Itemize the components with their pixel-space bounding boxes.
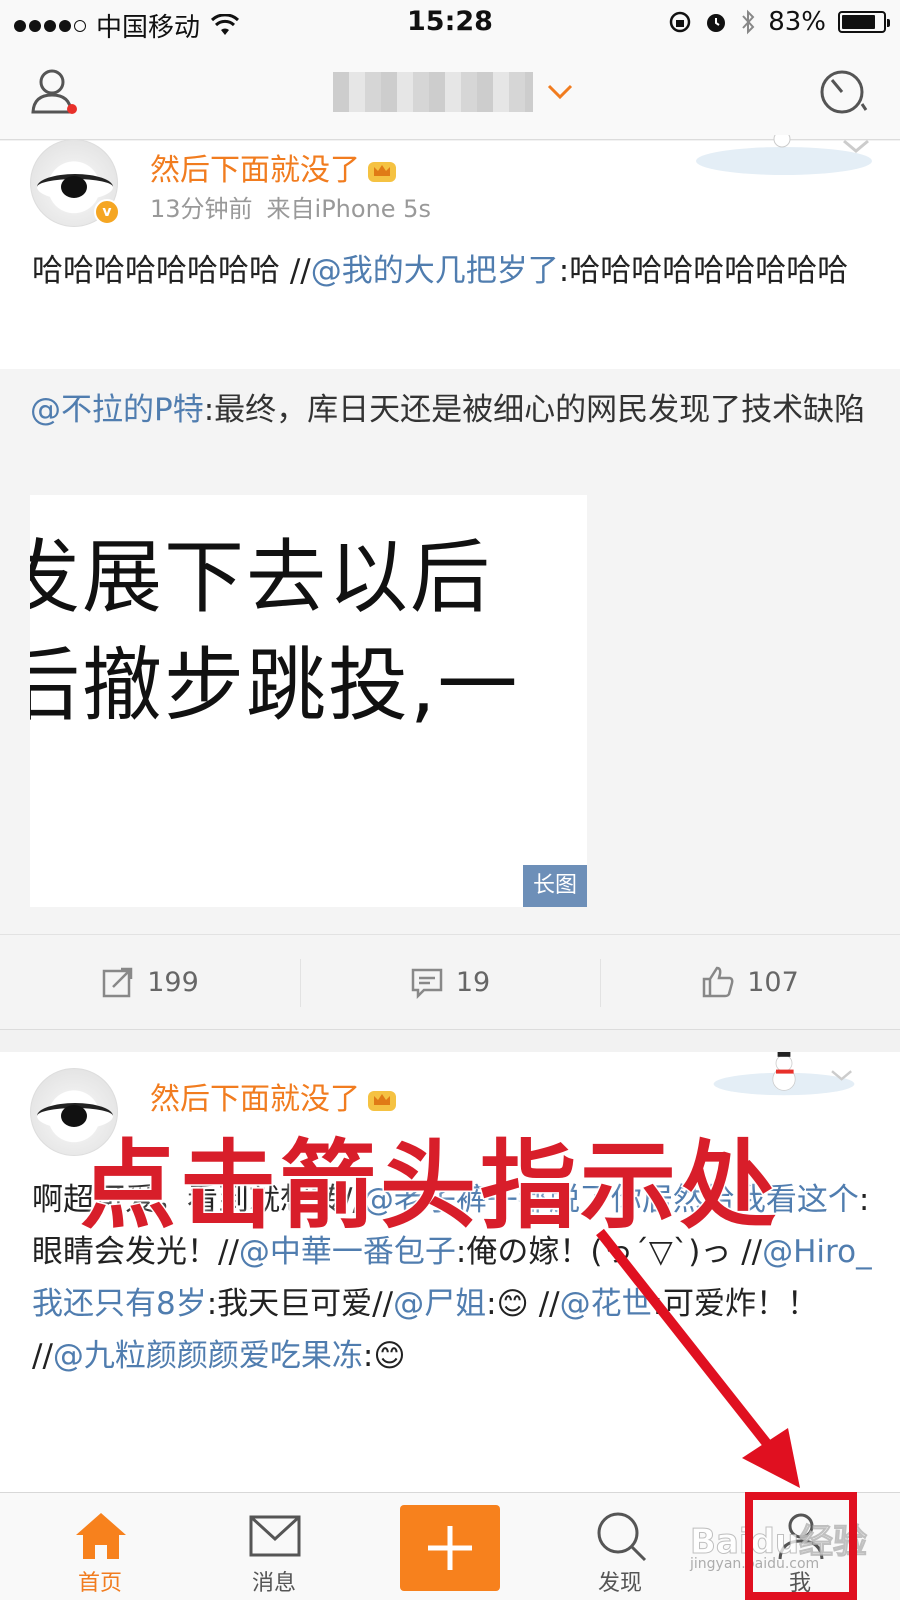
chevron-down-icon[interactable] — [545, 76, 575, 106]
user-icon[interactable] — [30, 66, 80, 116]
envelope-icon — [249, 1515, 301, 1557]
repost-count: 199 — [147, 966, 199, 998]
nav-bar — [0, 44, 900, 140]
post-time: 13分钟前 — [150, 195, 253, 223]
long-image-badge: 长图 — [523, 865, 587, 907]
status-bar: 中国移动 15:28 83% — [0, 0, 900, 44]
home-icon — [76, 1513, 126, 1559]
tab-discover[interactable]: 发现 — [560, 1493, 680, 1600]
post-card-1[interactable]: v 然后下面就没了 13分钟前 来自iPhone 5s 哈哈哈哈哈哈哈哈 //@我… — [0, 135, 900, 369]
verified-badge-icon: v — [94, 199, 120, 225]
retweet-mention-link[interactable]: @不拉的P特 — [30, 392, 204, 428]
post-source: 来自iPhone 5s — [266, 195, 431, 223]
tab-messages-label: 消息 — [251, 1571, 296, 1596]
alarm-icon — [707, 14, 726, 32]
radar-icon[interactable] — [818, 66, 870, 118]
repost-icon — [102, 967, 133, 998]
post-text-suffix: :哈哈哈哈哈哈哈哈哈 — [558, 253, 849, 289]
retweet-image[interactable]: 发展下去以后 后撤步跳投,一 长图 — [30, 495, 587, 907]
post-username[interactable]: 然后下面就没了 — [150, 145, 398, 189]
mention-link[interactable]: @花世 — [560, 1286, 653, 1322]
retweet-block[interactable]: @不拉的P特:最终，库日天还是被细心的网民发现了技术缺陷 发展下去以后 后撤步跳… — [0, 369, 900, 934]
instruction-overlay-text: 点击箭头指示处 — [79, 1129, 780, 1244]
image-text-line-2: 后撤步跳投,一 — [30, 639, 520, 732]
tab-home-label: 首页 — [77, 1571, 122, 1596]
tab-messages[interactable]: 消息 — [214, 1493, 334, 1600]
bluetooth-icon — [742, 9, 755, 35]
like-button[interactable]: 107 — [600, 935, 900, 1029]
blurred-title[interactable] — [333, 72, 533, 112]
post-text-segment: :😊 — [362, 1338, 406, 1374]
post-text-prefix: 哈哈哈哈哈哈哈哈 // — [32, 253, 311, 289]
retweet-text: @不拉的P特:最终，库日天还是被细心的网民发现了技术缺陷 — [30, 386, 870, 434]
tab-discover-label: 发现 — [597, 1571, 642, 1596]
mention-link[interactable]: @我的大几把岁了 — [311, 253, 559, 289]
tab-home[interactable]: 首页 — [40, 1493, 160, 1600]
comment-count: 19 — [455, 966, 491, 998]
thumbs-up-icon — [702, 966, 734, 998]
status-right: 83% — [668, 7, 890, 37]
snow-decoration-icon — [696, 135, 872, 175]
retweet-body: :最终，库日天还是被细心的网民发现了技术缺陷 — [203, 392, 866, 428]
plus-icon — [428, 1526, 472, 1570]
rotation-lock-icon — [669, 11, 691, 33]
mention-link[interactable]: @尸姐 — [393, 1286, 486, 1322]
weibo-screen: 中国移动 15:28 83% v 然后下面就没了 13分钟前 来自iPhone … — [0, 0, 900, 1600]
post-text-segment: :我天巨可爱// — [206, 1286, 394, 1322]
post-meta: 13分钟前 来自iPhone 5s — [150, 189, 431, 224]
compose-button[interactable] — [400, 1505, 500, 1591]
post-text-segment: :😊 // — [486, 1286, 560, 1322]
search-icon — [597, 1512, 647, 1562]
battery-icon — [838, 11, 890, 33]
post-text: 哈哈哈哈哈哈哈哈 //@我的大几把岁了:哈哈哈哈哈哈哈哈哈 — [32, 245, 872, 297]
mention-link[interactable]: @九粒颜颜颜爱吃果冻 — [53, 1338, 363, 1374]
snowman-decoration-icon — [713, 1052, 855, 1096]
crown-icon — [368, 162, 396, 182]
battery-fill — [842, 15, 876, 29]
repost-button[interactable]: 199 — [0, 935, 300, 1029]
comment-button[interactable]: 19 — [300, 935, 600, 1029]
comment-icon — [411, 968, 443, 999]
battery-percent: 83% — [768, 7, 826, 37]
image-text-line-1: 发展下去以后 — [30, 531, 492, 624]
post-action-bar: 199 19 107 — [0, 934, 900, 1030]
post-text-segment: 啊 — [32, 1182, 63, 1218]
highlight-box — [745, 1492, 857, 1600]
like-count: 107 — [747, 966, 799, 998]
